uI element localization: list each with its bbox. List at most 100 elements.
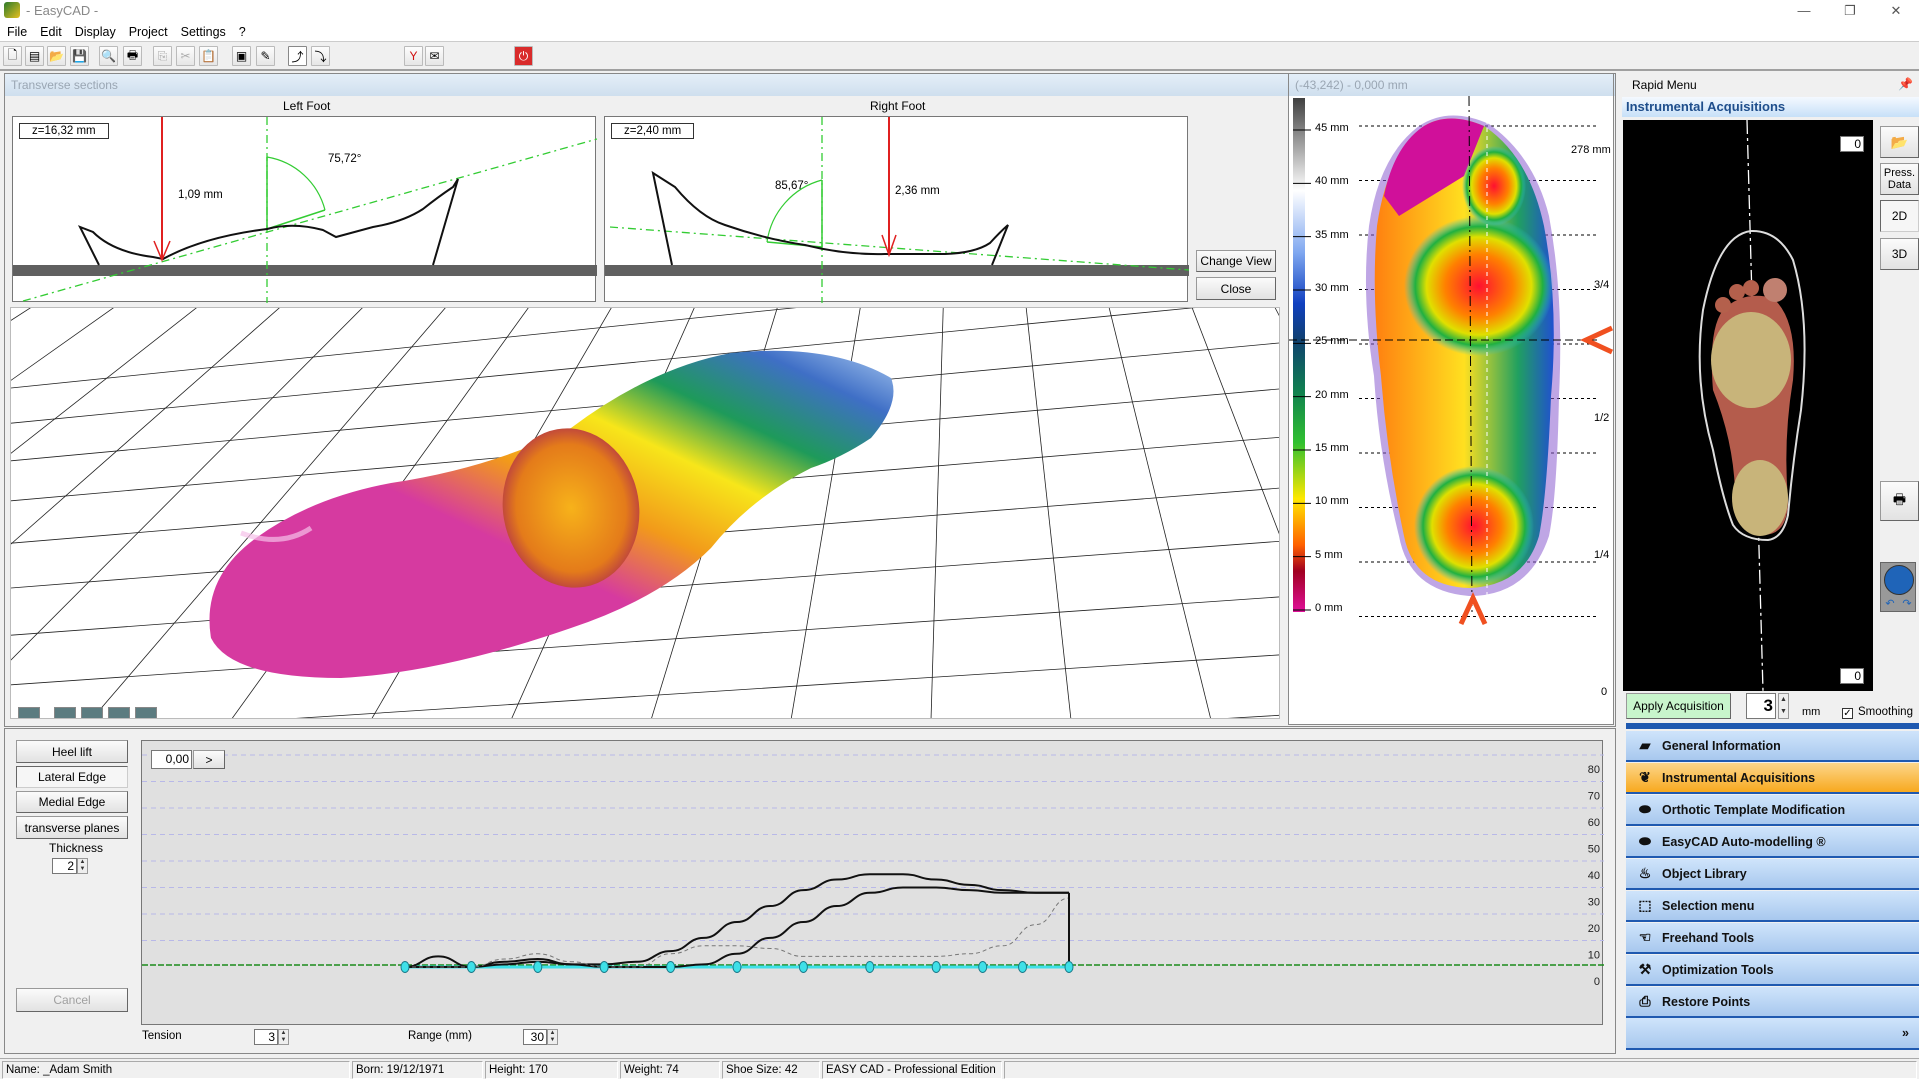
view-front-icon[interactable] bbox=[54, 707, 76, 718]
control-point[interactable] bbox=[400, 961, 410, 973]
close-window-button[interactable]: ✕ bbox=[1873, 0, 1919, 22]
control-point[interactable] bbox=[931, 961, 941, 973]
control-point[interactable] bbox=[666, 961, 676, 973]
pan-icon[interactable] bbox=[1884, 565, 1914, 595]
view-side-icon[interactable] bbox=[81, 707, 103, 718]
control-point[interactable] bbox=[1018, 961, 1028, 973]
open-folder-button[interactable]: 📂 bbox=[1880, 126, 1919, 158]
view-back-icon[interactable] bbox=[108, 707, 130, 718]
lateral-edge-button[interactable]: Lateral Edge bbox=[16, 766, 128, 788]
control-point[interactable] bbox=[466, 961, 476, 973]
range-label: Range (mm) bbox=[408, 1030, 472, 1042]
left-foot-title: Left Foot bbox=[283, 99, 331, 113]
restore-button[interactable]: ❐ bbox=[1827, 0, 1873, 22]
3d-view[interactable] bbox=[10, 307, 1280, 719]
range-input[interactable]: 30 bbox=[523, 1029, 547, 1045]
save-button[interactable]: 💾 bbox=[70, 46, 89, 66]
more-button[interactable]: » bbox=[1626, 1018, 1919, 1050]
pin-icon[interactable]: 📌 bbox=[1898, 77, 1913, 91]
print-scan-button[interactable]: 🖶 bbox=[1880, 481, 1919, 521]
right-angle-label: 85,67° bbox=[775, 180, 809, 192]
left-foot-section[interactable]: z=16,32 mm 1,09 mm 75,72° bbox=[12, 116, 597, 303]
new-button[interactable]: 🗋 bbox=[3, 46, 22, 66]
offset-input[interactable]: 0,00 bbox=[151, 750, 192, 769]
press-data-button[interactable]: Press. Data bbox=[1880, 163, 1919, 195]
nav-item-freehand-tools[interactable]: ☜ Freehand Tools bbox=[1626, 923, 1919, 954]
nav-item-optimization-tools[interactable]: ⚒ Optimization Tools bbox=[1626, 955, 1919, 986]
menu-file[interactable]: File bbox=[0, 22, 33, 39]
menu-help[interactable]: ? bbox=[232, 22, 252, 39]
nav-item-general-information[interactable]: ▰ General Information bbox=[1626, 731, 1919, 762]
edge-profile-plot[interactable]: 0 10 20 30 40 50 60 70 80 bbox=[142, 741, 1604, 1026]
next-point-button[interactable]: > bbox=[193, 750, 225, 769]
control-point[interactable] bbox=[599, 961, 609, 973]
view-2d-button[interactable]: 2D bbox=[1880, 200, 1919, 232]
thickness-spinner[interactable]: ▲ ▼ bbox=[77, 858, 88, 874]
right-foot-section[interactable]: z=2,40 mm 2,36 mm 85,67° bbox=[604, 116, 1189, 303]
smoothing-checkbox[interactable]: ✓ bbox=[1842, 708, 1853, 719]
nav-item-easycad-auto-modelling[interactable]: ⬬ EasyCAD Auto-modelling ® bbox=[1626, 827, 1919, 858]
rotate-left-icon[interactable]: ↶ bbox=[1882, 597, 1898, 611]
left-foot-button[interactable]: ⤴ bbox=[288, 46, 307, 66]
nav-item-instrumental-acquisitions[interactable]: ❦ Instrumental Acquisitions bbox=[1626, 763, 1919, 794]
archive-icon: ▤ bbox=[28, 49, 41, 63]
bottom-rotation-input[interactable]: 0 bbox=[1840, 668, 1864, 684]
print-button[interactable]: 🖶 bbox=[123, 46, 142, 66]
menu-project[interactable]: Project bbox=[122, 22, 174, 39]
tools-icon: ⚒ bbox=[1638, 961, 1652, 977]
transverse-planes-button[interactable]: transverse planes bbox=[16, 816, 128, 839]
left-angle-label: 75,72° bbox=[328, 153, 362, 165]
pencil-button[interactable]: ✎ bbox=[256, 46, 275, 66]
selection-icon: ⬚ bbox=[1638, 897, 1652, 913]
control-point[interactable] bbox=[732, 961, 742, 973]
heel-lift-button[interactable]: Heel lift bbox=[16, 740, 128, 763]
edge-profile-chart[interactable]: 0 10 20 30 40 50 60 70 80 0,00 > bbox=[141, 740, 1604, 1026]
control-point[interactable] bbox=[798, 961, 808, 973]
power-button[interactable]: ⏻ bbox=[514, 46, 533, 66]
open-folder-icon: 📂 bbox=[1890, 133, 1909, 150]
milling-button[interactable]: Y bbox=[404, 46, 423, 66]
splitter-handle[interactable] bbox=[1626, 723, 1919, 729]
control-point[interactable] bbox=[978, 961, 988, 973]
nav-item-object-library[interactable]: ♨ Object Library bbox=[1626, 859, 1919, 890]
pressure-map[interactable] bbox=[1289, 96, 1615, 724]
range-spinner[interactable]: ▲ ▼ bbox=[547, 1029, 558, 1045]
export-button[interactable]: ▣ bbox=[232, 46, 251, 66]
close-sections-button[interactable]: Close bbox=[1196, 277, 1276, 300]
apply-acquisition-button[interactable]: Apply Acquisition bbox=[1626, 693, 1731, 719]
y-tick-label: 30 bbox=[1588, 897, 1600, 909]
control-point[interactable] bbox=[865, 961, 875, 973]
3d-canvas bbox=[11, 308, 1279, 718]
foot-scan-image[interactable]: 0 0 bbox=[1623, 120, 1873, 691]
nav-item-selection-menu[interactable]: ⬚ Selection menu bbox=[1626, 891, 1919, 922]
control-point[interactable] bbox=[533, 961, 543, 973]
archive-button[interactable]: ▤ bbox=[25, 46, 44, 66]
tension-spinner[interactable]: ▲ ▼ bbox=[278, 1029, 289, 1045]
send-mail-button[interactable]: ✉ bbox=[425, 46, 444, 66]
right-foot-button[interactable]: ⤵ bbox=[311, 46, 330, 66]
thickness-input[interactable]: 2 bbox=[52, 858, 77, 874]
navigation-pad[interactable]: ↶ ↷ bbox=[1880, 562, 1916, 612]
open-folder-button[interactable]: 📂 bbox=[47, 46, 66, 66]
nav-item-restore-points[interactable]: ⎙ Restore Points bbox=[1626, 987, 1919, 1018]
view-top-icon[interactable] bbox=[135, 707, 157, 718]
menu-display[interactable]: Display bbox=[68, 22, 122, 39]
tension-input[interactable]: 3 bbox=[254, 1029, 278, 1045]
midline-marker-bottom[interactable] bbox=[1458, 592, 1488, 626]
top-rotation-input[interactable]: 0 bbox=[1840, 136, 1864, 152]
mm-spinner[interactable]: ▲ ▼ bbox=[1778, 693, 1789, 719]
menu-edit[interactable]: Edit bbox=[33, 22, 68, 39]
view-3d-button[interactable]: 3D bbox=[1880, 238, 1919, 270]
control-point[interactable] bbox=[1064, 961, 1074, 973]
print-preview-button[interactable]: 🔍 bbox=[99, 46, 118, 66]
mm-input[interactable]: 3 bbox=[1746, 693, 1776, 719]
nav-item-orthotic-template-modification[interactable]: ⬬ Orthotic Template Modification bbox=[1626, 795, 1919, 826]
minimize-button[interactable]: — bbox=[1781, 0, 1827, 22]
series-reference-profile bbox=[405, 897, 1070, 968]
medial-edge-button[interactable]: Medial Edge bbox=[16, 791, 128, 813]
change-view-button[interactable]: Change View bbox=[1196, 250, 1276, 272]
new-icon: 🗋 bbox=[7, 47, 18, 62]
rotate-right-icon[interactable]: ↷ bbox=[1899, 597, 1915, 611]
menu-settings[interactable]: Settings bbox=[174, 22, 232, 39]
view-iso-icon[interactable] bbox=[18, 707, 40, 718]
